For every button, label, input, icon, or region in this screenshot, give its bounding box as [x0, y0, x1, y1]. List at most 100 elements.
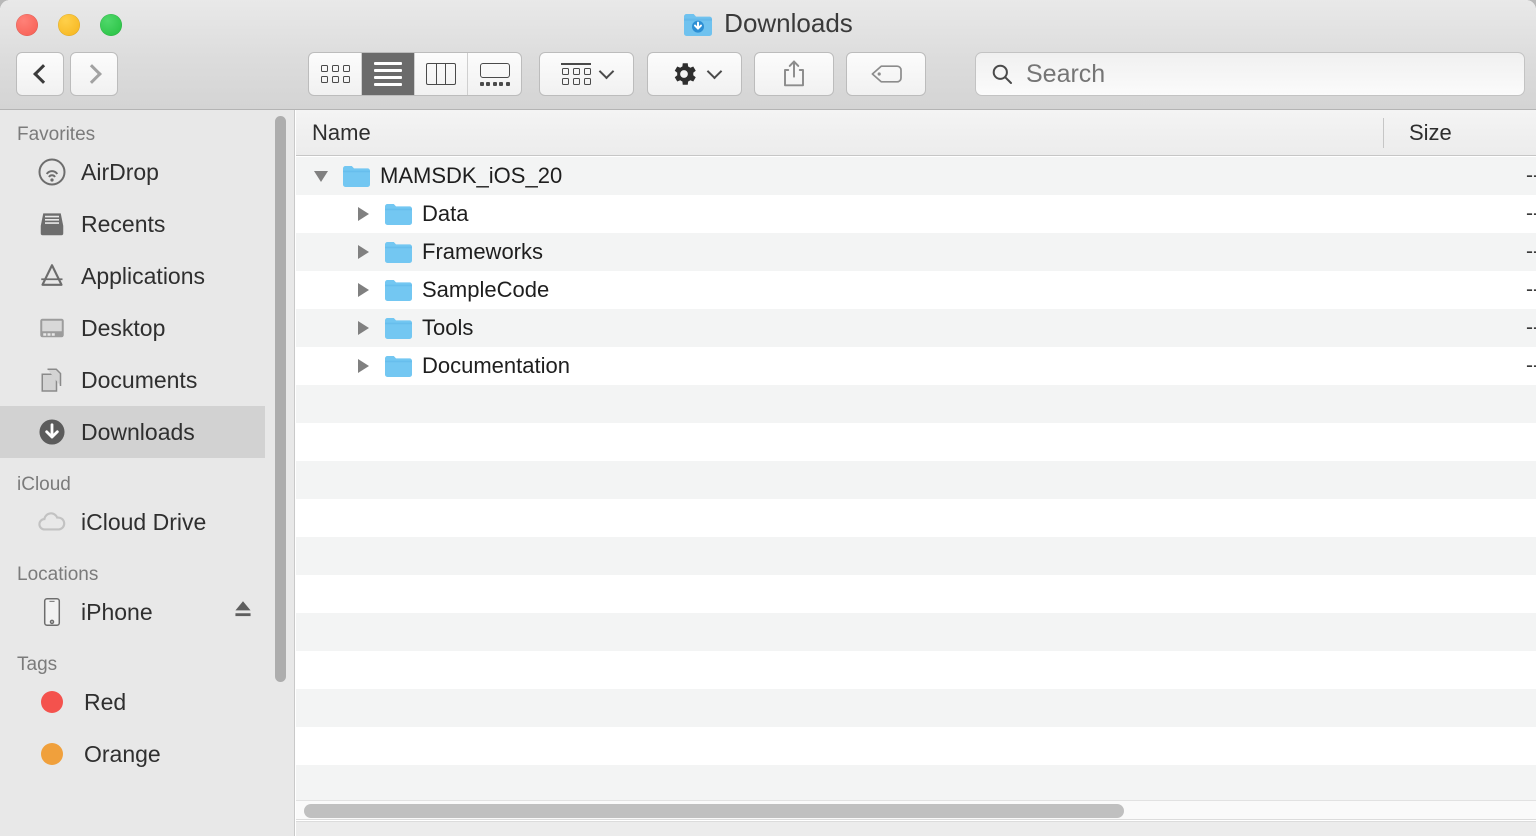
column-header-size[interactable]: Size [1383, 118, 1536, 148]
folder-icon [384, 317, 412, 339]
sidebar-item-recents[interactable]: Recents [0, 198, 294, 250]
downloads-folder-icon [683, 11, 713, 37]
sidebar-item-label: iCloud Drive [81, 509, 206, 536]
tags-button[interactable] [846, 52, 926, 96]
gear-icon [669, 59, 699, 89]
sidebar-scrollbar[interactable] [275, 116, 286, 682]
empty-row [296, 537, 1536, 575]
disclosure-triangle[interactable] [352, 207, 374, 221]
sidebar-item-label: Applications [81, 263, 205, 290]
arrange-button[interactable] [539, 52, 634, 96]
file-name: SampleCode [422, 277, 549, 303]
chevron-down-icon [707, 64, 723, 80]
empty-row [296, 613, 1536, 651]
horizontal-scrollbar-thumb[interactable] [304, 804, 1124, 818]
column-header-name[interactable]: Name [296, 120, 371, 146]
empty-row [296, 765, 1536, 803]
file-size: -- [1526, 202, 1536, 226]
documents-icon [36, 364, 68, 396]
empty-row [296, 727, 1536, 765]
tag-dot-red-icon [41, 691, 63, 713]
action-button[interactable] [647, 52, 742, 96]
file-name: Data [422, 201, 468, 227]
sidebar-item-tag-red[interactable]: Red [0, 676, 294, 728]
chevron-left-icon [33, 64, 53, 84]
tab-gallery-view[interactable] [468, 53, 521, 95]
airdrop-icon [36, 156, 68, 188]
tab-column-view[interactable] [415, 53, 468, 95]
disclosure-triangle[interactable] [352, 359, 374, 373]
empty-row [296, 689, 1536, 727]
window-title-group: Downloads [0, 8, 1536, 39]
disclosure-triangle[interactable] [352, 283, 374, 297]
file-size: -- [1526, 164, 1536, 188]
sidebar-item-label: Documents [81, 367, 197, 394]
sidebar-heading-locations: Locations [0, 564, 294, 586]
table-row[interactable]: Documentation -- [296, 347, 1536, 385]
column-headers: Name Size [296, 110, 1536, 156]
table-row[interactable]: Tools -- [296, 309, 1536, 347]
empty-row [296, 423, 1536, 461]
file-size: -- [1526, 316, 1536, 340]
table-row[interactable]: Data -- [296, 195, 1536, 233]
tab-icon-view[interactable] [309, 53, 362, 95]
sidebar-item-iphone[interactable]: iPhone [0, 586, 294, 638]
tag-icon [869, 62, 903, 86]
sidebar-item-label: iPhone [81, 599, 153, 626]
folder-icon [384, 203, 412, 225]
share-button[interactable] [754, 52, 834, 96]
sidebar-item-documents[interactable]: Documents [0, 354, 294, 406]
sidebar-heading-favorites: Favorites [0, 124, 294, 146]
empty-row [296, 499, 1536, 537]
titlebar: Downloads [0, 0, 1536, 110]
empty-row [296, 385, 1536, 423]
sidebar-item-label: Red [84, 689, 126, 716]
eject-icon[interactable] [230, 596, 256, 628]
sidebar-item-airdrop[interactable]: AirDrop [0, 146, 294, 198]
sidebar-item-label: Downloads [81, 419, 195, 446]
sidebar-heading-icloud: iCloud [0, 474, 294, 496]
back-button[interactable] [16, 52, 64, 96]
chevron-down-icon [599, 64, 615, 80]
search-icon [990, 62, 1014, 86]
table-row[interactable]: SampleCode -- [296, 271, 1536, 309]
desktop-icon [36, 312, 68, 344]
navigation-buttons [16, 52, 118, 96]
status-bar [296, 821, 1536, 836]
empty-row [296, 461, 1536, 499]
file-list-pane: Name Size MAMSDK_iOS_20 -- Data -- [296, 110, 1536, 836]
search-field[interactable] [975, 52, 1525, 96]
sidebar-item-desktop[interactable]: Desktop [0, 302, 294, 354]
disclosure-triangle[interactable] [352, 245, 374, 259]
sidebar: Favorites AirDrop Recents [0, 110, 295, 836]
applications-icon [36, 260, 68, 292]
page-title: Downloads [724, 8, 853, 39]
disclosure-triangle[interactable] [310, 171, 332, 182]
sidebar-item-label: Desktop [81, 315, 165, 342]
folder-icon [342, 165, 370, 187]
folder-icon [384, 279, 412, 301]
sidebar-item-downloads[interactable]: Downloads [0, 406, 265, 458]
sidebar-item-applications[interactable]: Applications [0, 250, 294, 302]
sidebar-heading-tags: Tags [0, 654, 294, 676]
search-input[interactable] [1026, 60, 1486, 89]
sidebar-item-tag-orange[interactable]: Orange [0, 728, 294, 780]
disclosure-triangle[interactable] [352, 321, 374, 335]
table-row[interactable]: MAMSDK_iOS_20 -- [296, 157, 1536, 195]
list-view-icon [374, 62, 402, 86]
empty-row [296, 651, 1536, 689]
horizontal-scrollbar[interactable] [296, 800, 1536, 820]
empty-row [296, 575, 1536, 613]
tag-dot-orange-icon [41, 743, 63, 765]
file-name: MAMSDK_iOS_20 [380, 163, 562, 189]
folder-icon [384, 355, 412, 377]
iphone-icon [36, 596, 68, 628]
forward-button[interactable] [70, 52, 118, 96]
file-name: Documentation [422, 353, 570, 379]
tab-list-view[interactable] [362, 53, 415, 95]
file-size: -- [1526, 354, 1536, 378]
sidebar-item-label: Orange [84, 741, 161, 768]
column-view-icon [426, 63, 456, 85]
table-row[interactable]: Frameworks -- [296, 233, 1536, 271]
sidebar-item-icloud-drive[interactable]: iCloud Drive [0, 496, 294, 548]
